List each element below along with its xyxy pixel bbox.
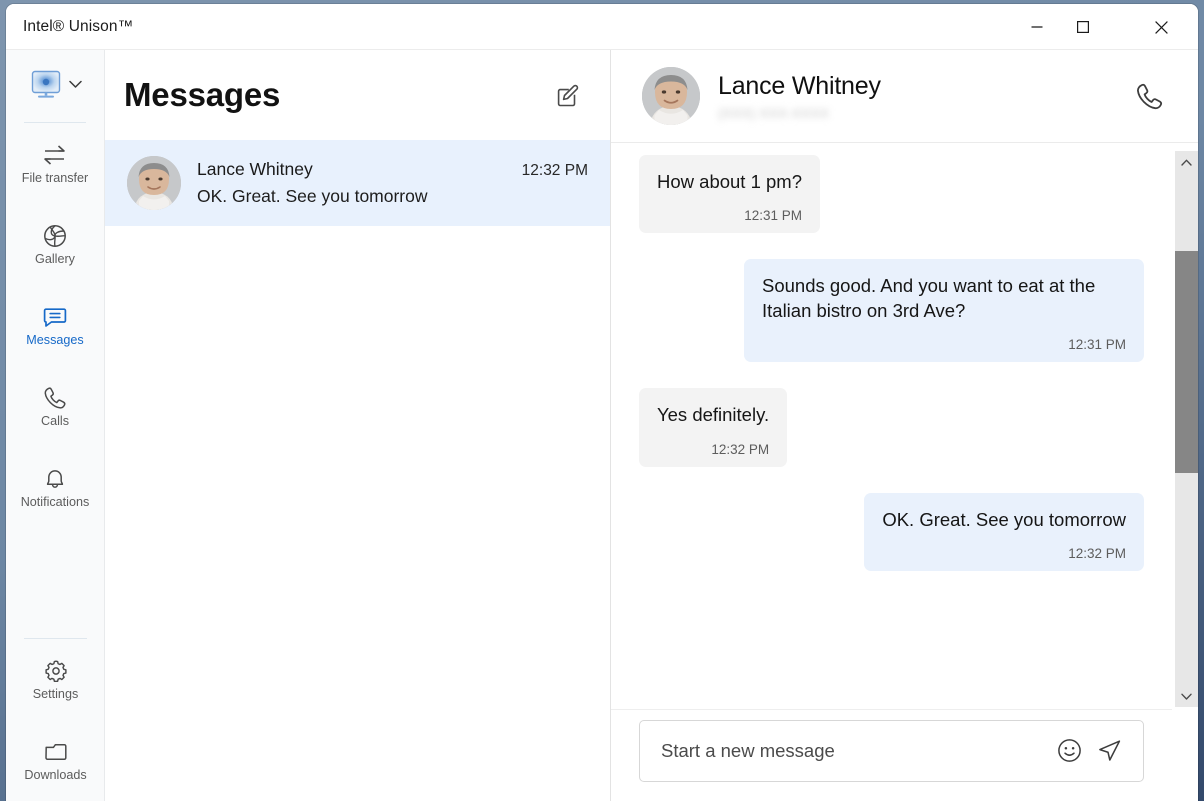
title-bar: Intel® Unison™ — [6, 4, 1198, 50]
maximize-icon — [1077, 21, 1089, 33]
minimize-icon — [1031, 21, 1043, 33]
avatar-photo — [127, 156, 181, 210]
sidebar-item-label: Gallery — [35, 253, 75, 266]
message-time: 12:31 PM — [762, 337, 1126, 352]
message-time: 12:32 PM — [882, 546, 1126, 561]
call-button[interactable] — [1126, 73, 1172, 119]
message-row: OK. Great. See you tomorrow 12:32 PM — [639, 493, 1144, 571]
composer-bar — [611, 709, 1172, 801]
device-selector[interactable] — [6, 54, 104, 116]
send-button[interactable] — [1089, 731, 1129, 771]
sidebar-item-label: File transfer — [22, 172, 89, 185]
sidebar-bottom-group: Settings Downloads — [6, 632, 105, 801]
conversation-name: Lance Whitney — [197, 159, 522, 180]
message-bubble-outgoing[interactable]: Sounds good. And you want to eat at the … — [744, 259, 1144, 362]
avatar-photo — [642, 67, 700, 125]
conversation-list-header: Messages — [105, 50, 610, 140]
close-button[interactable] — [1138, 4, 1184, 50]
chat-pane: Lance Whitney (XXX) XXX-XXXX How about 1… — [611, 50, 1198, 801]
message-text: OK. Great. See you tomorrow — [882, 508, 1126, 532]
compose-icon — [555, 82, 582, 109]
message-bubble-incoming[interactable]: Yes definitely. 12:32 PM — [639, 388, 787, 466]
messages-area[interactable]: How about 1 pm? 12:31 PM Sounds good. An… — [611, 143, 1172, 755]
monitor-icon — [29, 70, 63, 100]
phone-icon — [42, 385, 68, 411]
sidebar-item-gallery[interactable]: Gallery — [6, 204, 104, 285]
sidebar-item-label: Notifications — [21, 496, 90, 509]
compose-message-button[interactable] — [548, 75, 588, 115]
window-body: File transfer Gallery — [6, 50, 1198, 801]
message-text: How about 1 pm? — [657, 170, 802, 194]
maximize-button[interactable] — [1060, 4, 1106, 50]
chat-contact-name: Lance Whitney — [718, 72, 1126, 101]
message-row: Yes definitely. 12:32 PM — [639, 388, 1144, 466]
sidebar-item-label: Messages — [26, 334, 83, 347]
conversation-list-pane: Messages — [105, 50, 611, 801]
send-icon — [1096, 737, 1123, 764]
chevron-down-icon — [69, 76, 82, 94]
conversation-top-row: Lance Whitney 12:32 PM — [197, 159, 588, 180]
chat-header: Lance Whitney (XXX) XXX-XXXX — [611, 50, 1198, 143]
sidebar-item-label: Calls — [41, 415, 69, 428]
minimize-button[interactable] — [1014, 4, 1060, 50]
sidebar: File transfer Gallery — [6, 50, 105, 801]
chevron-down-icon — [1181, 693, 1192, 700]
conversation-list-item[interactable]: Lance Whitney 12:32 PM OK. Great. See yo… — [105, 140, 610, 226]
emoji-smiley-icon — [1057, 738, 1082, 763]
scroll-down-button[interactable] — [1175, 685, 1198, 707]
gear-icon — [43, 658, 69, 684]
bell-icon — [42, 466, 68, 492]
app-title: Intel® Unison™ — [23, 18, 133, 36]
message-row: How about 1 pm? 12:31 PM — [639, 155, 1144, 233]
message-row: Sounds good. And you want to eat at the … — [639, 259, 1144, 362]
message-bubble-incoming[interactable]: How about 1 pm? 12:31 PM — [639, 155, 820, 233]
message-input[interactable] — [661, 740, 1049, 762]
app-window: Intel® Unison™ — [6, 4, 1198, 801]
gallery-icon — [42, 223, 68, 249]
file-transfer-icon — [42, 142, 68, 168]
scrollbar-thumb[interactable] — [1175, 251, 1198, 473]
sidebar-item-settings[interactable]: Settings — [6, 639, 105, 720]
sidebar-item-notifications[interactable]: Notifications — [6, 447, 104, 528]
sidebar-item-label: Downloads — [24, 769, 86, 782]
chat-contact-info: Lance Whitney (XXX) XXX-XXXX — [718, 72, 1126, 121]
sidebar-item-file-transfer[interactable]: File transfer — [6, 123, 104, 204]
desktop-background: Intel® Unison™ — [0, 0, 1204, 801]
page-title: Messages — [124, 76, 548, 114]
composer[interactable] — [639, 720, 1144, 782]
avatar — [127, 156, 181, 210]
avatar — [642, 67, 700, 125]
message-text: Yes definitely. — [657, 403, 769, 427]
sidebar-item-downloads[interactable]: Downloads — [6, 720, 105, 801]
message-text: Sounds good. And you want to eat at the … — [762, 274, 1126, 323]
messages-icon — [42, 304, 68, 330]
conversation-preview: OK. Great. See you tomorrow — [197, 186, 588, 207]
scrollbar-track[interactable] — [1175, 173, 1198, 685]
message-bubble-outgoing[interactable]: OK. Great. See you tomorrow 12:32 PM — [864, 493, 1144, 571]
folder-icon — [43, 739, 69, 765]
message-time: 12:31 PM — [657, 208, 802, 223]
sidebar-item-calls[interactable]: Calls — [6, 366, 104, 447]
chat-contact-phone: (XXX) XXX-XXXX — [718, 105, 866, 121]
phone-icon — [1134, 81, 1165, 112]
sidebar-item-messages[interactable]: Messages — [6, 285, 104, 366]
close-icon — [1155, 21, 1168, 34]
scroll-up-button[interactable] — [1175, 151, 1198, 173]
conversation-time: 12:32 PM — [522, 162, 588, 180]
chat-scrollbar[interactable] — [1175, 151, 1198, 707]
sidebar-item-label: Settings — [33, 688, 79, 701]
emoji-button[interactable] — [1049, 731, 1089, 771]
conversation-text: Lance Whitney 12:32 PM OK. Great. See yo… — [197, 159, 588, 207]
message-time: 12:32 PM — [657, 442, 769, 457]
chevron-up-icon — [1181, 159, 1192, 166]
